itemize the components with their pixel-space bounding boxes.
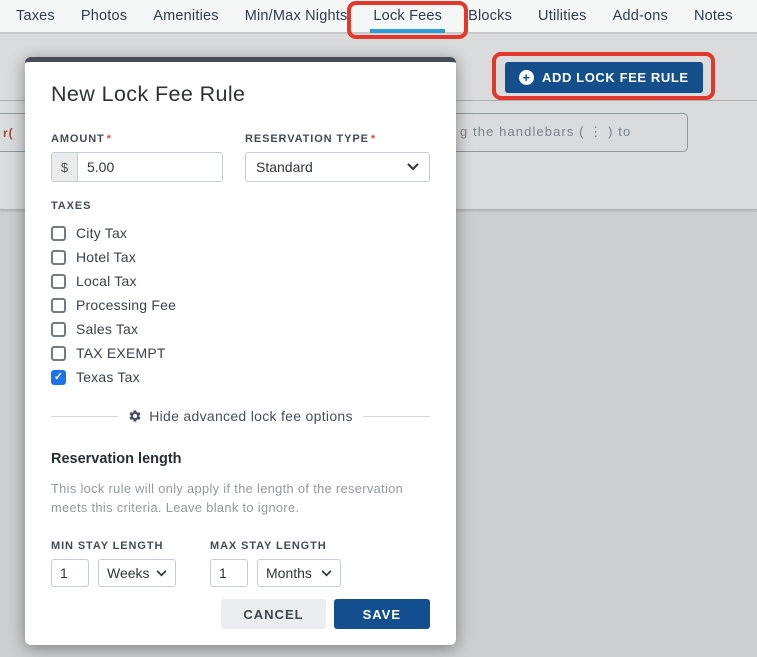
chevron-down-icon: [156, 570, 167, 577]
tab[interactable]: Amenities: [140, 0, 231, 32]
max-stay-unit-value: Months: [266, 565, 312, 582]
tab[interactable]: Lock Fees: [347, 0, 469, 39]
tab-label: Min/Max Nights: [244, 8, 348, 24]
max-stay-input[interactable]: [210, 559, 248, 588]
checkbox[interactable]: [51, 273, 66, 289]
clipped-text-fragment: r(: [3, 126, 14, 140]
add-lock-fee-rule-wrapper: + ADD LOCK FEE RULE: [492, 52, 715, 100]
tax-name: Texas Tax: [76, 369, 140, 385]
reservation-length-description: This lock rule will only apply if the le…: [51, 481, 404, 515]
min-stay-group: MIN STAY LENGTH Weeks: [51, 540, 176, 588]
tab-label: Notes: [694, 8, 733, 24]
tax-name: Sales Tax: [76, 321, 139, 337]
tab-bar: Taxes Photos Amenities Min/Max Nights Lo…: [0, 0, 757, 39]
amount-reservation-row: AMOUNT* $ RESERVATION TYPE* Standard: [51, 133, 430, 182]
tax-name: Local Tax: [76, 273, 137, 289]
tab-label: Lock Fees: [373, 8, 443, 24]
tax-checkbox-row[interactable]: Texas Tax: [51, 365, 430, 389]
min-stay-label: MIN STAY LENGTH: [51, 540, 164, 553]
max-stay-unit-select[interactable]: Months: [257, 559, 341, 588]
stay-length-row: MIN STAY LENGTH Weeks MAX STAY LENGTH Mo…: [51, 540, 430, 588]
tab-label: Amenities: [153, 8, 219, 24]
add-button-label: ADD LOCK FEE RULE: [542, 70, 689, 85]
gear-icon: [129, 410, 141, 422]
tax-checkbox-row[interactable]: City Tax: [51, 221, 430, 245]
amount-field-group: AMOUNT * $: [51, 133, 223, 182]
amount-input[interactable]: [78, 153, 222, 181]
tax-checkbox-row[interactable]: Sales Tax: [51, 317, 430, 341]
tab[interactable]: Photos: [68, 0, 140, 32]
tax-name: Processing Fee: [76, 297, 177, 313]
tax-name: Hotel Tax: [76, 249, 136, 265]
checkbox[interactable]: [51, 249, 66, 265]
handlebars-hint-text: g the handlebars ( ⋮ ) to: [460, 124, 632, 139]
amount-input-group: $: [51, 152, 223, 182]
page: { "tabs": { "items": [ { "label": "Taxes…: [0, 0, 757, 657]
reservation-type-label: RESERVATION TYPE *: [245, 133, 376, 145]
tab[interactable]: Add-ons: [600, 0, 681, 32]
checkbox[interactable]: [51, 297, 66, 313]
taxes-label: TAXES: [51, 200, 92, 212]
new-lock-fee-rule-modal: New Lock Fee Rule AMOUNT* $ RESERVATION …: [25, 57, 456, 645]
min-stay-input[interactable]: [51, 559, 89, 588]
max-stay-label: MAX STAY LENGTH: [210, 540, 327, 553]
tab[interactable]: Notes: [681, 0, 746, 32]
reservation-type-field-group: RESERVATION TYPE * Standard: [245, 133, 430, 182]
taxes-checkbox-list: City Tax Hotel Tax Local Tax Processing …: [51, 221, 430, 389]
dollar-prefix: $: [52, 153, 78, 181]
tax-checkbox-row[interactable]: Local Tax: [51, 269, 430, 293]
tab-label: Add-ons: [612, 8, 668, 24]
tab[interactable]: Utilities: [525, 0, 600, 32]
required-asterisk: *: [106, 133, 112, 145]
modal-footer: CANCEL SAVE: [51, 599, 430, 629]
chevron-down-icon: [321, 570, 332, 577]
cancel-button[interactable]: CANCEL: [221, 599, 326, 629]
tab-label: Taxes: [16, 8, 55, 24]
checkbox[interactable]: [51, 225, 66, 241]
tab[interactable]: Min/Max Nights: [232, 0, 361, 32]
tab-label: Blocks: [468, 8, 513, 24]
max-stay-group: MAX STAY LENGTH Months: [210, 540, 341, 588]
tax-name: City Tax: [76, 225, 128, 241]
advanced-options-toggle[interactable]: Hide advanced lock fee options: [51, 408, 430, 424]
save-button[interactable]: SAVE: [333, 599, 430, 629]
tax-checkbox-row[interactable]: Hotel Tax: [51, 245, 430, 269]
tax-checkbox-row[interactable]: Processing Fee: [51, 293, 430, 317]
checkbox[interactable]: [51, 345, 66, 361]
min-stay-unit-value: Weeks: [107, 565, 150, 582]
tab[interactable]: Taxes: [3, 0, 68, 32]
reservation-type-value: Standard: [256, 159, 313, 175]
advanced-toggle-label: Hide advanced lock fee options: [149, 408, 353, 424]
amount-label: AMOUNT *: [51, 133, 112, 145]
checkbox[interactable]: [51, 321, 66, 337]
plus-circle-icon: +: [519, 70, 534, 85]
tab-label: Utilities: [538, 8, 587, 24]
tab-label: Photos: [80, 8, 128, 24]
modal-title: New Lock Fee Rule: [51, 82, 246, 106]
tax-name: TAX EXEMPT: [76, 345, 166, 361]
min-stay-unit-select[interactable]: Weeks: [98, 559, 176, 588]
reservation-length-heading: Reservation length: [51, 451, 182, 467]
reservation-type-select[interactable]: Standard: [245, 152, 430, 182]
chevron-down-icon: [407, 163, 419, 171]
required-asterisk: *: [370, 133, 376, 145]
tab[interactable]: Blocks: [455, 0, 525, 32]
add-lock-fee-rule-button[interactable]: + ADD LOCK FEE RULE: [505, 62, 703, 93]
tax-checkbox-row[interactable]: TAX EXEMPT: [51, 341, 430, 365]
checkbox[interactable]: [51, 369, 66, 385]
